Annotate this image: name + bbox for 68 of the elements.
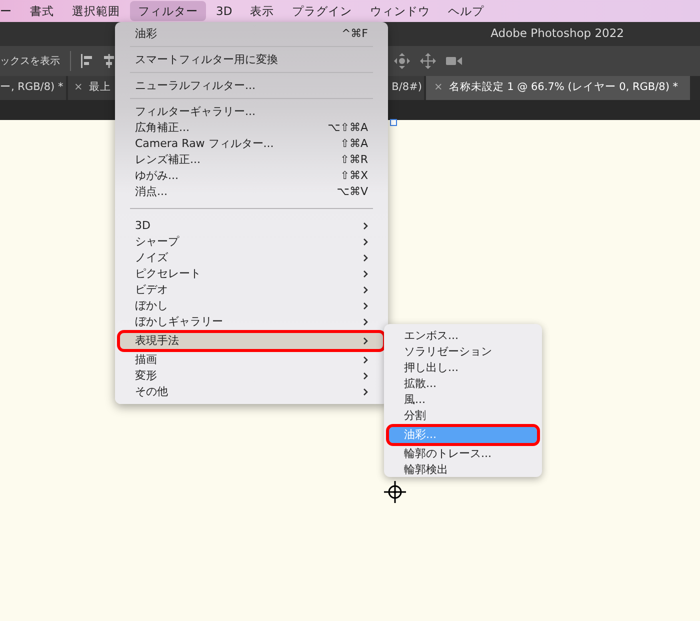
menu-bar-item[interactable]: ヘルプ [440, 1, 492, 21]
menu-item[interactable]: Camera Raw フィルター... ⇧⌘A [120, 136, 383, 152]
menu-item-label: ゆがみ... [135, 168, 178, 184]
shortcut-text: ⇧⌘X [340, 168, 368, 184]
menu-item[interactable]: 変形 [120, 368, 383, 384]
menu-item-label: 消点... [135, 184, 168, 200]
shortcut-text: ⌥⇧⌘A [328, 120, 368, 136]
menu-item-label: 変形 [135, 368, 157, 384]
menu-bar-item[interactable]: プラグイン [284, 1, 360, 21]
menu-item[interactable]: 風... [389, 392, 537, 408]
shortcut-text: ^⌘F [341, 26, 368, 42]
menu-item[interactable]: ノイズ [120, 250, 383, 266]
menu-item[interactable]: 3D [120, 218, 383, 234]
menu-item[interactable]: シャープ [120, 234, 383, 250]
tab-title: 最上 [88, 80, 111, 96]
menu-item-label: ノイズ [135, 250, 168, 266]
shortcut-text: ⇧⌘R [340, 152, 368, 168]
menu-item[interactable]: ビデオ [120, 282, 383, 298]
menu-item[interactable]: その他 [120, 384, 383, 400]
menu-bar-item[interactable]: ー [0, 1, 20, 21]
option-label: ックスを表示 [0, 54, 60, 68]
menu-item[interactable]: 油彩 ^⌘F [120, 26, 383, 42]
menu-item-label: ぼかしギャラリー [135, 314, 223, 330]
tab-close-button[interactable]: × [74, 80, 83, 96]
menu-item[interactable]: 広角補正... ⌥⇧⌘A [120, 120, 383, 136]
menu-item-label: 表現手法 [135, 332, 179, 349]
menu-item[interactable]: レンズ補正... ⇧⌘R [120, 152, 383, 168]
menu-bar-item[interactable]: 書式 [22, 1, 62, 21]
menu-bar-item[interactable]: ウィンドウ [362, 1, 438, 21]
menu-item[interactable]: 表現手法 [120, 333, 383, 349]
menu-item[interactable]: ピクセレート [120, 266, 383, 282]
menu-item[interactable]: エンボス... [389, 328, 537, 344]
menu-bar-item[interactable]: 表示 [242, 1, 282, 21]
menu-item[interactable]: ゆがみ... ⇧⌘X [120, 168, 383, 184]
menu-item-label: 油彩 [135, 26, 157, 42]
tab-title: 名称未設定 1 @ 66.7% (レイヤー 0, RGB/8) * [448, 80, 678, 96]
menu-item-label: ビデオ [135, 282, 168, 298]
menu-item[interactable]: 輪郭検出 [389, 462, 537, 478]
menu-bar-item[interactable]: フィルター [130, 1, 206, 21]
menu-item-label: 広角補正... [135, 120, 190, 136]
menu-item[interactable]: ソラリゼーション [389, 344, 537, 360]
menu-item-label: その他 [135, 384, 168, 400]
menu-item-label: シャープ [135, 234, 179, 250]
shortcut-text: ⌥⌘V [336, 184, 368, 200]
menu-item[interactable]: 消点... ⌥⌘V [120, 184, 383, 200]
menu-item-label: ピクセレート [135, 266, 201, 282]
menu-item-label: Camera Raw フィルター... [135, 136, 274, 152]
menu-item[interactable]: ぼかし [120, 298, 383, 314]
tab-title: ー, RGB/8) * [0, 80, 64, 96]
menu-item-label: 3D [135, 218, 150, 234]
shortcut-text: ⇧⌘A [340, 136, 368, 152]
document-tab[interactable]: ー, RGB/8) * [0, 76, 66, 100]
menu-item-label: レンズ補正... [135, 152, 200, 168]
menu-bar-item[interactable]: 3D [208, 1, 240, 21]
window-title: Adobe Photoshop 2022 [490, 25, 624, 42]
menu-item[interactable]: 押し出し... [389, 360, 537, 376]
menu-item-label: 描画 [135, 352, 157, 368]
menu-bar-item[interactable]: 選択範囲 [64, 1, 128, 21]
menu-item[interactable]: 輪郭のトレース... [389, 446, 537, 462]
menu-item[interactable]: 分割 [389, 408, 537, 424]
menu-item[interactable]: ぼかしギャラリー [120, 314, 383, 330]
menu-item[interactable]: スマートフィルター用に変換 [120, 52, 383, 68]
menu-item-label: ぼかし [135, 298, 168, 314]
menu-item[interactable]: 描画 [120, 352, 383, 368]
tab-title: B/8#) [392, 80, 422, 96]
document-tab[interactable]: × 名称未設定 1 @ 66.7% (レイヤー 0, RGB/8) * [426, 76, 690, 100]
menu-item[interactable]: 拡散... [389, 376, 537, 392]
menu-item[interactable]: ニューラルフィルター... [120, 78, 383, 94]
